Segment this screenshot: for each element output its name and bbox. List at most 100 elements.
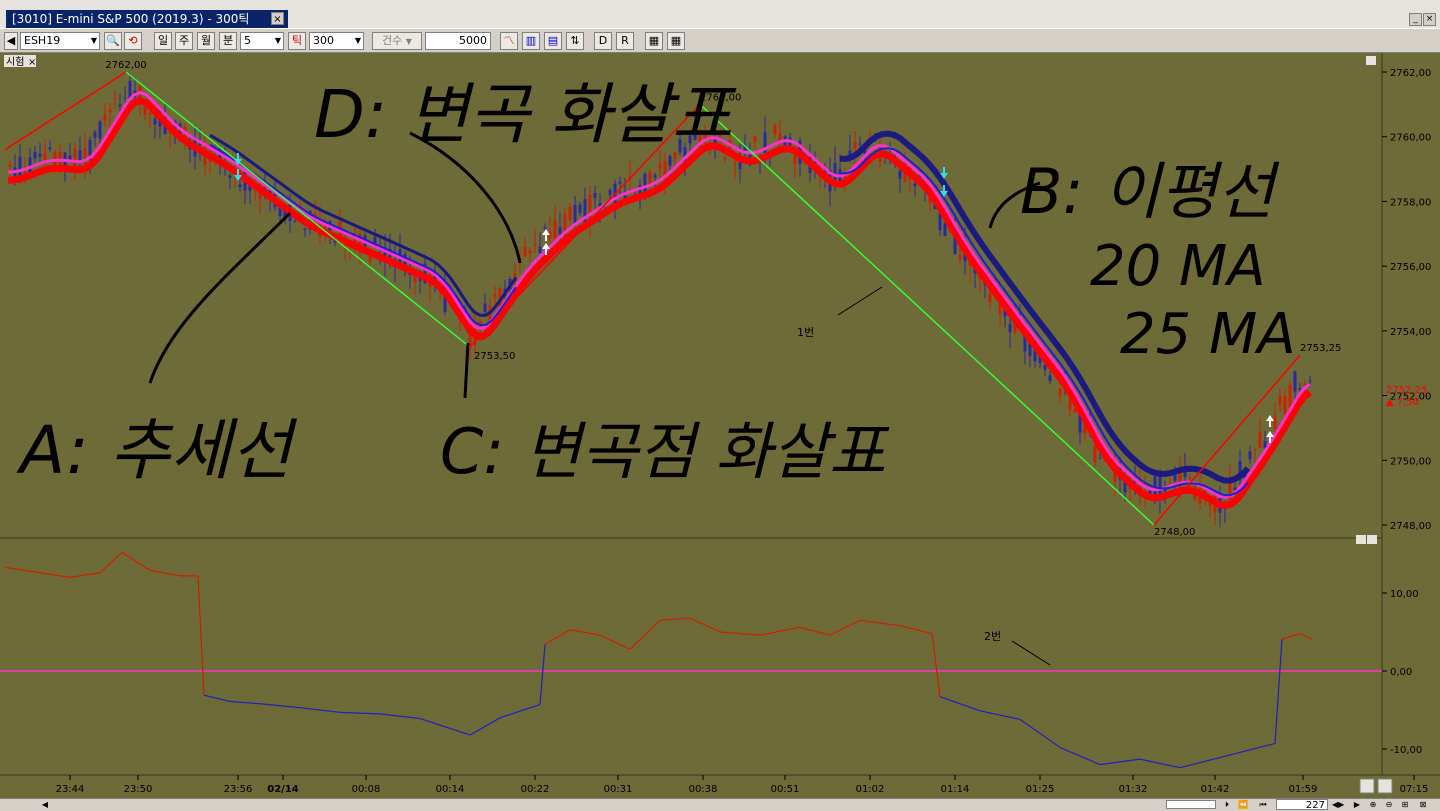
pane-close-icon[interactable]: × [28, 57, 36, 68]
candle-body [543, 227, 547, 230]
reset-icon[interactable]: ⊠ [1418, 800, 1428, 809]
candle-body [1273, 416, 1277, 429]
indicator-axis-label: 10,00 [1390, 589, 1419, 600]
indicator-line [499, 703, 541, 719]
indicator-line [859, 619, 901, 627]
minute-select[interactable]: 5 ▼ [240, 32, 284, 50]
period-minute-button[interactable]: 분 [219, 32, 237, 50]
horizontal-scrollbar[interactable]: ◀ ⏵ ⏪ ⏮ 227 ◀▶ ▶ ⊕ ⊖ ⊞ ⊠ [0, 798, 1440, 811]
candle-body [913, 183, 917, 187]
scroll-left-icon[interactable]: ◀ [40, 800, 50, 809]
candle-body [658, 164, 662, 169]
scroll-end-icon[interactable]: ⏵ [1222, 800, 1232, 809]
pane-label[interactable]: 시험 [6, 56, 24, 68]
candle-body [73, 148, 77, 168]
tab-close-icon[interactable]: × [271, 12, 284, 25]
indicator-line [1249, 742, 1276, 751]
pivot-label: 2748,00 [1154, 527, 1195, 538]
count-dropdown[interactable]: 건수 ▼ [372, 32, 422, 50]
count-dropdown-label: 건수 [382, 34, 403, 47]
indicator-line [931, 633, 941, 697]
candle-body [1298, 388, 1302, 390]
search-icon[interactable]: 🔍 [104, 32, 122, 50]
indicator-line [759, 626, 801, 636]
time-axis-label: 23:56 [224, 784, 253, 795]
period-month-button[interactable]: 월 [197, 32, 215, 50]
refresh-icon[interactable]: ⟲ [124, 32, 142, 50]
chart-area[interactable]: 시험 × 2762,00 2753,50 2761,00 2748,00 2753,25… [0, 53, 1440, 798]
indicator-line [259, 703, 301, 709]
zoom-arrows-icon[interactable]: ◀▶ [1332, 800, 1344, 809]
up-arrow-icon [1266, 415, 1274, 427]
zoom-icon[interactable] [1377, 778, 1393, 794]
candle-body [1288, 384, 1292, 408]
candle-body [108, 109, 112, 113]
print-icon[interactable]: R [616, 32, 634, 50]
time-axis-label: 00:31 [604, 784, 633, 795]
period-week-button[interactable]: 주 [175, 32, 193, 50]
candle-chart-icon[interactable]: ▤ [544, 32, 562, 50]
handwriting-stroke [148, 211, 292, 384]
candle-body [228, 175, 232, 178]
indicator-line [1274, 638, 1283, 744]
candle-body [153, 118, 157, 125]
indicator-line [197, 575, 205, 696]
handwriting-d: D: 변곡 화살표 [314, 76, 737, 153]
fit-icon[interactable]: ⊞ [1400, 800, 1410, 809]
handwriting-a: A: 추세선 [16, 412, 298, 489]
step-back-icon[interactable]: ⏮ [1258, 800, 1268, 809]
candle-body [1283, 396, 1287, 415]
annotation-pointer [837, 286, 883, 316]
window-tab[interactable]: [3010] E-mini S&P 500 (2019.3) - 300틱 × [6, 10, 288, 28]
toolbar: ◀ ESH19 ▼ 🔍 ⟲ 일 주 월 분 5 ▼ 틱 300 ▼ 건수 ▼ 5… [0, 28, 1440, 53]
scroll-thumb[interactable] [1166, 800, 1216, 809]
symbol-input[interactable]: ESH19 ▼ [20, 32, 100, 50]
candle-body [753, 136, 757, 143]
symbol-value: ESH19 [24, 34, 61, 47]
chart-svg[interactable]: 시험 × 2762,002753,502761,002748,002753,25… [0, 53, 1440, 798]
period-day-button[interactable]: 일 [154, 32, 172, 50]
up-arrow-icon [542, 229, 550, 241]
indicator-line [229, 700, 261, 705]
close-button[interactable]: × [1423, 13, 1436, 26]
document-icon[interactable]: D [594, 32, 612, 50]
candle-body [673, 152, 677, 159]
indicator-icon[interactable]: ▦ [645, 32, 663, 50]
sort-icon[interactable]: ⇅ [566, 32, 584, 50]
grid-icon[interactable]: ▦ [667, 32, 685, 50]
candle-body [553, 220, 557, 238]
candle-body [568, 206, 572, 221]
prev-arrow-icon[interactable]: ◀ [4, 32, 18, 50]
time-axis-label: 23:50 [124, 784, 153, 795]
indicator-line [121, 551, 151, 571]
bar-count-input[interactable]: 227 [1276, 799, 1328, 811]
play-icon[interactable]: ▶ [1352, 800, 1362, 809]
zoom-out-icon[interactable]: ⊖ [1384, 800, 1394, 809]
rewind-icon[interactable]: ⏪ [1238, 800, 1248, 809]
indicator-line [419, 718, 471, 736]
indicator-line [1281, 632, 1301, 640]
indicator-line [1139, 758, 1181, 769]
candle-body [653, 175, 657, 178]
candle-body [733, 162, 737, 164]
count-input[interactable]: 5000 [425, 32, 491, 50]
draw-icon[interactable] [1359, 778, 1375, 794]
time-axis-label: 01:25 [1026, 784, 1055, 795]
line-chart-icon[interactable]: 〽 [500, 32, 518, 50]
tick-button[interactable]: 틱 [288, 32, 306, 50]
bar-chart-icon[interactable]: ▥ [522, 32, 540, 50]
pivot-label: 2753,50 [474, 351, 515, 362]
candle-body [143, 106, 147, 115]
time-axis-label: 01:59 [1289, 784, 1318, 795]
candle-body [1258, 432, 1262, 449]
indicator-line [939, 696, 981, 712]
tick-select[interactable]: 300 ▼ [309, 32, 364, 50]
pane-maximize-icon[interactable] [1366, 56, 1376, 65]
time-axis-label: 01:02 [856, 784, 885, 795]
price-axis-label: 2754,00 [1390, 327, 1431, 338]
zoom-in-icon[interactable]: ⊕ [1368, 800, 1378, 809]
pane-close-icon[interactable] [1367, 535, 1377, 544]
candle-body [303, 228, 307, 230]
minimize-button[interactable]: _ [1409, 13, 1422, 26]
pane-minimize-icon[interactable] [1356, 535, 1366, 544]
